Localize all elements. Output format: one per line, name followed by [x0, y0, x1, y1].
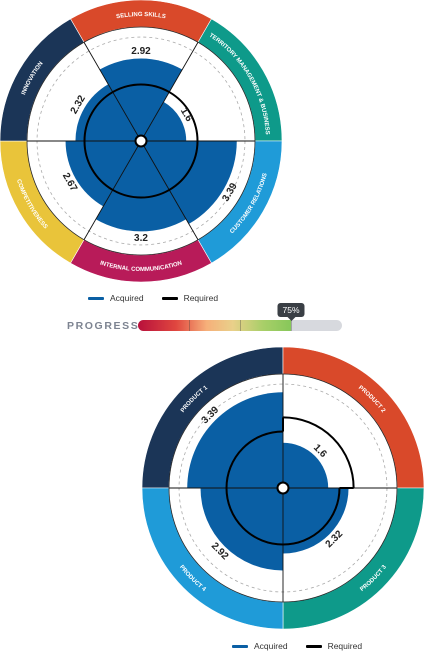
radial-chart-products: PRODUCT 1 PRODUCT 2PRODUCT 3PRODUCT 43.39…	[141, 346, 425, 630]
progress-tick	[291, 320, 292, 331]
progress-badge: 75%	[277, 303, 305, 321]
legend: Acquired Required	[88, 293, 218, 303]
value-label: 2.92	[131, 46, 151, 57]
legend-swatch-acquired	[232, 644, 248, 648]
progress-fill	[138, 320, 291, 331]
center-hub	[134, 134, 148, 148]
progress-label: PROGRESS	[67, 320, 140, 332]
progress-tick	[189, 320, 190, 331]
progress-tick	[240, 320, 241, 331]
legend-label-acquired: Acquired	[110, 293, 144, 303]
center-hub	[276, 481, 290, 495]
legend-swatch-acquired	[88, 296, 104, 300]
legend-swatch-required	[161, 296, 178, 300]
value-label: 3.2	[134, 233, 148, 244]
legend-label-required: Required	[183, 293, 219, 303]
progress-bar: PROGRESS 75%	[0, 303, 425, 339]
legend-swatch-required	[305, 644, 322, 648]
radial-chart-competencies: SELLING SKILLSTERRITORY MANAGEMENT & BUS…	[0, 0, 283, 283]
progress-track	[138, 320, 342, 331]
